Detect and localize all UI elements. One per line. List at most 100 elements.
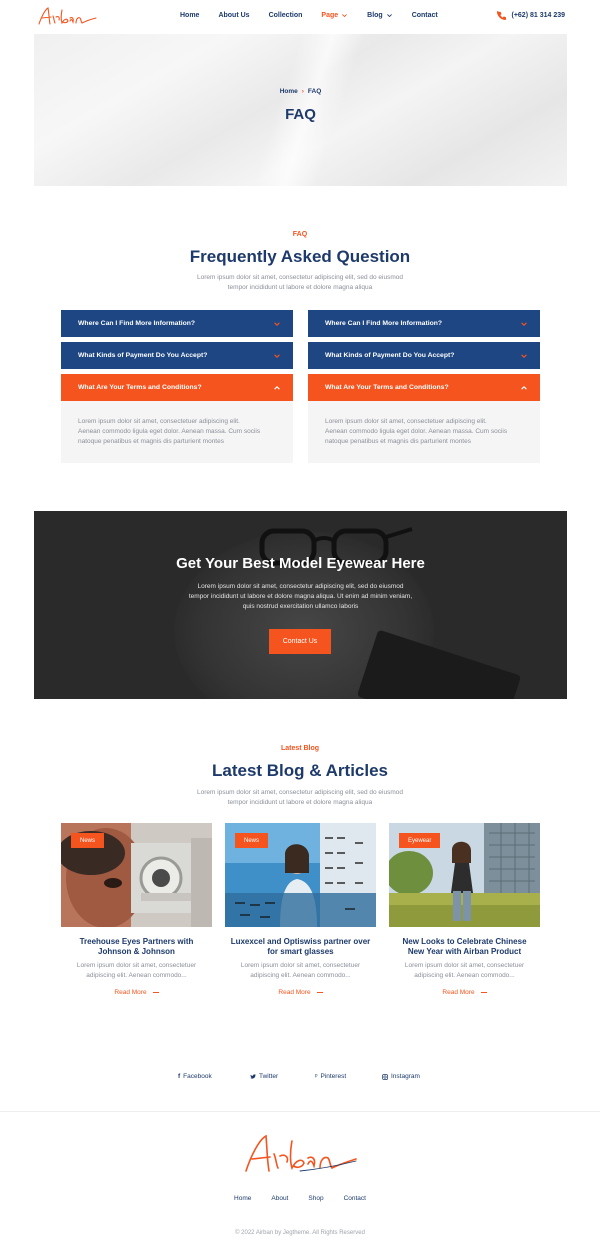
blog-category-badge[interactable]: Eyewear xyxy=(399,833,441,848)
chevron-down-icon xyxy=(386,14,392,18)
faq-question-text: Where Can I Find More Information? xyxy=(78,320,196,327)
faq-question-text: What Are Your Terms and Conditions? xyxy=(325,384,449,391)
blog-excerpt-line: Lorem ipsum dolor sit amet, consectetuer xyxy=(240,962,361,969)
blog-card[interactable]: News Treehouse Eyes Partners with Johnso… xyxy=(61,823,212,996)
facebook-icon: f xyxy=(178,1073,181,1080)
chevron-up-icon xyxy=(521,385,527,390)
faq-question[interactable]: What Kinds of Payment Do You Accept? xyxy=(61,342,293,369)
faq-question-open[interactable]: What Are Your Terms and Conditions? xyxy=(308,374,540,401)
breadcrumb-home[interactable]: Home xyxy=(280,88,298,95)
nav-about-us[interactable]: About Us xyxy=(218,12,249,19)
blog-image-optical-store[interactable]: News xyxy=(225,823,376,927)
faq-column-right: Where Can I Find More Information? What … xyxy=(308,310,540,463)
blog-post-title[interactable]: Treehouse Eyes Partners with Johnson & J… xyxy=(61,937,212,957)
blog-title-line: for smart glasses xyxy=(267,947,334,956)
blog-post-title[interactable]: Luxexcel and Optiswiss partner over for … xyxy=(225,937,376,957)
footer-nav-contact[interactable]: Contact xyxy=(344,1195,366,1202)
blog-title-line: New Looks to Celebrate Chinese xyxy=(402,937,527,946)
faq-question-text: What Are Your Terms and Conditions? xyxy=(78,384,202,391)
cta-text-line: Lorem ipsum dolor sit amet, consectetur … xyxy=(197,583,404,590)
cta-banner: Get Your Best Model Eyewear Here Lorem i… xyxy=(34,511,567,699)
blog-category-badge[interactable]: News xyxy=(71,833,105,848)
breadcrumb-current: FAQ xyxy=(307,88,322,95)
blog-title-line: Luxexcel and Optiswiss partner over xyxy=(230,937,371,946)
arrow-dash-icon xyxy=(480,992,487,993)
chevron-down-icon xyxy=(274,321,280,326)
faq-eyebrow: FAQ xyxy=(292,231,308,238)
facebook-link[interactable]: f Facebook xyxy=(178,1073,212,1080)
twitter-icon xyxy=(250,1073,256,1079)
footer-nav-shop[interactable]: Shop xyxy=(308,1195,323,1202)
instagram-label: Instagram xyxy=(391,1073,420,1080)
faq-question[interactable]: Where Can I Find More Information? xyxy=(61,310,293,337)
social-links: f Facebook Twitter ᵖ Pinterest Instagram xyxy=(0,1073,600,1083)
footer-divider xyxy=(0,1111,600,1112)
arrow-dash-icon xyxy=(152,992,159,993)
chevron-down-icon xyxy=(274,353,280,358)
read-more-label: Read More xyxy=(442,989,475,996)
faq-subtitle-line2: tempor incididunt ut labore et dolore ma… xyxy=(227,284,373,291)
nav-collection[interactable]: Collection xyxy=(269,12,303,19)
page-title: FAQ xyxy=(285,106,316,123)
blog-excerpt-line: adipiscing elit. Aenean commodo... xyxy=(414,972,515,979)
faq-question[interactable]: What Kinds of Payment Do You Accept? xyxy=(308,342,540,369)
read-more-link[interactable]: Read More xyxy=(61,989,212,996)
facebook-label: Facebook xyxy=(183,1073,212,1080)
faq-question[interactable]: Where Can I Find More Information? xyxy=(308,310,540,337)
phone-number: (+62) 81 314 239 xyxy=(511,12,565,19)
blog-title-line: New Year with Airban Product xyxy=(407,947,522,956)
blog-card[interactable]: News Luxexcel and Optiswiss partner over… xyxy=(225,823,376,996)
contact-us-button[interactable]: Contact Us xyxy=(269,629,331,654)
arrow-dash-icon xyxy=(316,992,323,993)
blog-title-line: Johnson & Johnson xyxy=(98,947,175,956)
faq-answer-line: Lorem ipsum dolor sit amet, consectetuer… xyxy=(325,418,487,425)
faq-answer-line: natoque penatibus et magnis dis parturie… xyxy=(325,438,471,445)
header-phone[interactable]: (+62) 81 314 239 xyxy=(497,11,565,20)
phone-icon xyxy=(497,11,507,20)
footer-nav-home[interactable]: Home xyxy=(234,1195,251,1202)
nav-contact[interactable]: Contact xyxy=(412,12,438,19)
blog-eyebrow: Latest Blog xyxy=(280,745,320,752)
blog-image-street-fashion[interactable]: Eyewear xyxy=(389,823,540,927)
footer-nav-about[interactable]: About xyxy=(271,1195,288,1202)
pinterest-icon: ᵖ xyxy=(315,1073,318,1080)
read-more-label: Read More xyxy=(278,989,311,996)
tablet-image xyxy=(356,629,522,699)
blog-card[interactable]: Eyewear New Looks to Celebrate Chinese N… xyxy=(389,823,540,996)
faq-answer-line: Lorem ipsum dolor sit amet, consectetuer… xyxy=(78,418,240,425)
cta-text: Lorem ipsum dolor sit amet, consectetur … xyxy=(34,582,567,612)
blog-category-badge[interactable]: News xyxy=(235,833,269,848)
main-nav: Home About Us Collection Page Blog Conta… xyxy=(180,12,457,19)
blog-subtitle-line2: tempor incididunt ut labore et dolore ma… xyxy=(227,799,373,806)
instagram-link[interactable]: Instagram xyxy=(382,1073,420,1080)
cta-text-line: tempor incididunt ut labore et dolore ma… xyxy=(188,593,413,600)
nav-blog[interactable]: Blog xyxy=(367,12,393,19)
twitter-link[interactable]: Twitter xyxy=(250,1073,278,1080)
chevron-right-icon: › xyxy=(301,88,304,95)
nav-home[interactable]: Home xyxy=(180,12,199,19)
instagram-icon xyxy=(382,1073,388,1080)
faq-question-open[interactable]: What Are Your Terms and Conditions? xyxy=(61,374,293,401)
pinterest-link[interactable]: ᵖ Pinterest xyxy=(315,1073,346,1080)
site-header: Home About Us Collection Page Blog Conta… xyxy=(0,0,600,34)
chevron-down-icon xyxy=(521,321,527,326)
read-more-label: Read More xyxy=(114,989,147,996)
blog-excerpt: Lorem ipsum dolor sit amet, consectetuer… xyxy=(225,961,376,981)
blog-title: Latest Blog & Articles xyxy=(211,761,389,780)
faq-question-text: Where Can I Find More Information? xyxy=(325,320,443,327)
copyright-text: © 2022 Airban by Jegtheme. All Rights Re… xyxy=(235,1230,365,1236)
airban-footer-logo[interactable] xyxy=(240,1131,360,1181)
chevron-up-icon xyxy=(274,385,280,390)
blog-post-title[interactable]: New Looks to Celebrate Chinese New Year … xyxy=(389,937,540,957)
blog-excerpt-line: adipiscing elit. Aenean commodo... xyxy=(86,972,187,979)
airban-logo[interactable] xyxy=(36,5,98,29)
blog-image-eye-exam[interactable]: News xyxy=(61,823,212,927)
nav-page[interactable]: Page xyxy=(321,12,348,19)
breadcrumb: Home › FAQ xyxy=(34,88,567,95)
read-more-link[interactable]: Read More xyxy=(389,989,540,996)
cta-text-line: quis nostrud exercitation ullamco labori… xyxy=(242,603,359,610)
pinterest-label: Pinterest xyxy=(320,1073,347,1080)
read-more-link[interactable]: Read More xyxy=(225,989,376,996)
blog-excerpt-line: adipiscing elit. Aenean commodo... xyxy=(250,972,351,979)
blog-excerpt: Lorem ipsum dolor sit amet, consectetuer… xyxy=(61,961,212,981)
